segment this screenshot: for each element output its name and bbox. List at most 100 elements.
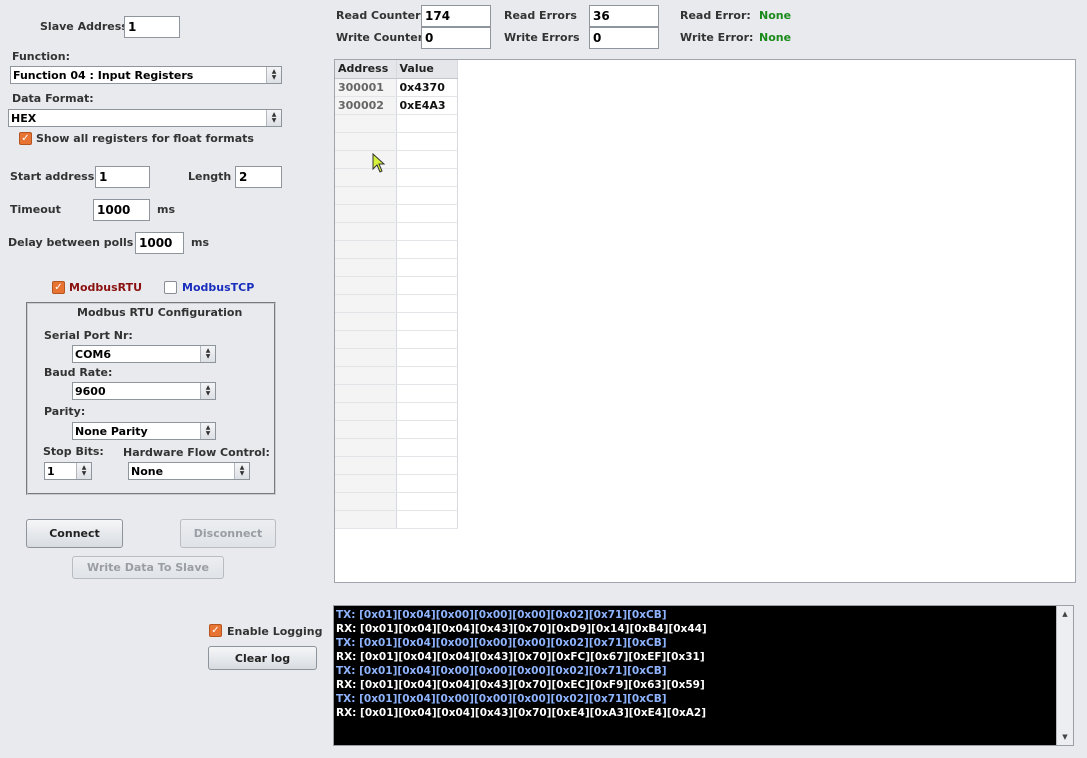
table-row[interactable] <box>335 366 458 385</box>
modbus-rtu-radio[interactable]: ✓ <box>52 281 65 294</box>
table-row[interactable] <box>335 222 458 241</box>
read-error-status: None <box>759 9 792 22</box>
register-value-cell[interactable] <box>396 402 458 421</box>
log-lines: TX: [0x01][0x04][0x00][0x00][0x00][0x02]… <box>336 608 1056 720</box>
show-all-registers-label: Show all registers for float formats <box>36 132 254 145</box>
register-value-cell[interactable] <box>396 132 458 151</box>
modbus-rtu-label: ModbusRTU <box>69 281 143 294</box>
table-row[interactable] <box>335 114 458 133</box>
delay-polls-input[interactable] <box>135 232 184 254</box>
disconnect-button[interactable]: Disconnect <box>180 519 276 548</box>
flow-control-select[interactable]: None ▲ ▼ <box>128 462 250 480</box>
enable-logging-checkbox[interactable]: ✓ <box>209 624 222 637</box>
register-value-cell[interactable] <box>396 456 458 475</box>
data-format-label: Data Format: <box>12 92 94 105</box>
register-value-cell[interactable] <box>396 294 458 313</box>
table-header-row: Address Value <box>335 60 458 79</box>
modbus-tcp-radio[interactable] <box>164 281 177 294</box>
register-value-cell[interactable] <box>396 204 458 223</box>
table-row[interactable] <box>335 456 458 475</box>
table-row[interactable] <box>335 294 458 313</box>
log-line: TX: [0x01][0x04][0x00][0x00][0x00][0x02]… <box>336 637 667 649</box>
register-address-cell <box>335 168 397 187</box>
log-line: RX: [0x01][0x04][0x04][0x43][0x70][0xD9]… <box>336 623 707 635</box>
table-row[interactable] <box>335 510 458 529</box>
read-counter-field[interactable] <box>421 5 491 27</box>
register-address-cell <box>335 384 397 403</box>
table-row[interactable] <box>335 420 458 439</box>
length-input[interactable] <box>235 166 282 188</box>
table-row[interactable] <box>335 438 458 457</box>
clear-log-button[interactable]: Clear log <box>208 646 317 670</box>
register-value-cell[interactable] <box>396 150 458 169</box>
log-console[interactable]: TX: [0x01][0x04][0x00][0x00][0x00][0x02]… <box>333 605 1074 746</box>
register-value-cell[interactable] <box>396 222 458 241</box>
table-row[interactable] <box>335 348 458 367</box>
write-errors-field[interactable] <box>589 27 659 49</box>
spin-arrows-icon: ▲ ▼ <box>266 67 281 83</box>
table-row[interactable] <box>335 330 458 349</box>
start-address-input[interactable] <box>95 166 150 188</box>
log-line: RX: [0x01][0x04][0x04][0x43][0x70][0xE4]… <box>336 707 707 719</box>
table-row[interactable] <box>335 186 458 205</box>
register-value-cell[interactable] <box>396 366 458 385</box>
table-row[interactable] <box>335 150 458 169</box>
log-line: TX: [0x01][0x04][0x00][0x00][0x00][0x02]… <box>336 693 667 705</box>
slave-address-input[interactable] <box>124 16 180 38</box>
register-value-cell[interactable] <box>396 186 458 205</box>
write-counter-field[interactable] <box>421 27 491 49</box>
data-format-value: HEX <box>11 112 37 125</box>
register-value-cell[interactable] <box>396 420 458 439</box>
table-row[interactable] <box>335 132 458 151</box>
register-value-cell[interactable] <box>396 312 458 331</box>
write-data-button[interactable]: Write Data To Slave <box>72 556 224 579</box>
register-address-cell <box>335 330 397 349</box>
stop-bits-select[interactable]: 1 ▲ ▼ <box>44 462 92 480</box>
connect-button[interactable]: Connect <box>26 519 123 548</box>
register-value-cell[interactable] <box>396 114 458 133</box>
table-row[interactable] <box>335 492 458 511</box>
register-value-cell[interactable] <box>396 492 458 511</box>
serial-port-select[interactable]: COM6 ▲ ▼ <box>72 345 216 363</box>
table-row[interactable]: 300001 0x4370 <box>335 78 458 97</box>
table-row[interactable]: 300002 0xE4A3 <box>335 96 458 115</box>
baud-rate-select[interactable]: 9600 ▲ ▼ <box>72 382 216 400</box>
scroll-down-icon[interactable]: ▼ <box>1057 730 1073 744</box>
register-value-cell[interactable] <box>396 474 458 493</box>
table-row[interactable] <box>335 474 458 493</box>
parity-select[interactable]: None Parity ▲ ▼ <box>72 422 216 440</box>
read-errors-field[interactable] <box>589 5 659 27</box>
register-value-cell[interactable] <box>396 438 458 457</box>
table-row[interactable] <box>335 168 458 187</box>
table-row[interactable] <box>335 276 458 295</box>
column-header-value[interactable]: Value <box>396 60 458 79</box>
enable-logging-label: Enable Logging <box>227 625 323 638</box>
show-all-registers-checkbox[interactable]: ✓ <box>19 132 32 145</box>
register-value-cell[interactable] <box>396 168 458 187</box>
function-select[interactable]: Function 04 : Input Registers ▲ ▼ <box>10 66 282 84</box>
register-value-cell[interactable] <box>396 330 458 349</box>
register-table: Address Value 300001 0x4370 300002 0xE4A3 <box>335 60 458 529</box>
register-value-cell[interactable]: 0x4370 <box>396 78 458 97</box>
table-row[interactable] <box>335 384 458 403</box>
column-header-address[interactable]: Address <box>335 60 397 79</box>
stop-bits-label: Stop Bits: <box>43 445 104 458</box>
spin-arrows-icon: ▲ ▼ <box>234 463 249 479</box>
register-address-cell <box>335 150 397 169</box>
table-row[interactable] <box>335 258 458 277</box>
register-value-cell[interactable]: 0xE4A3 <box>396 96 458 115</box>
log-scrollbar[interactable]: ▲ ▼ <box>1056 606 1073 745</box>
table-row[interactable] <box>335 402 458 421</box>
table-row[interactable] <box>335 204 458 223</box>
register-value-cell[interactable] <box>396 276 458 295</box>
timeout-input[interactable] <box>93 199 150 221</box>
register-value-cell[interactable] <box>396 240 458 259</box>
scroll-up-icon[interactable]: ▲ <box>1057 607 1073 621</box>
register-value-cell[interactable] <box>396 384 458 403</box>
register-value-cell[interactable] <box>396 348 458 367</box>
register-value-cell[interactable] <box>396 510 458 529</box>
table-row[interactable] <box>335 312 458 331</box>
table-row[interactable] <box>335 240 458 259</box>
data-format-select[interactable]: HEX ▲ ▼ <box>8 109 282 127</box>
register-value-cell[interactable] <box>396 258 458 277</box>
